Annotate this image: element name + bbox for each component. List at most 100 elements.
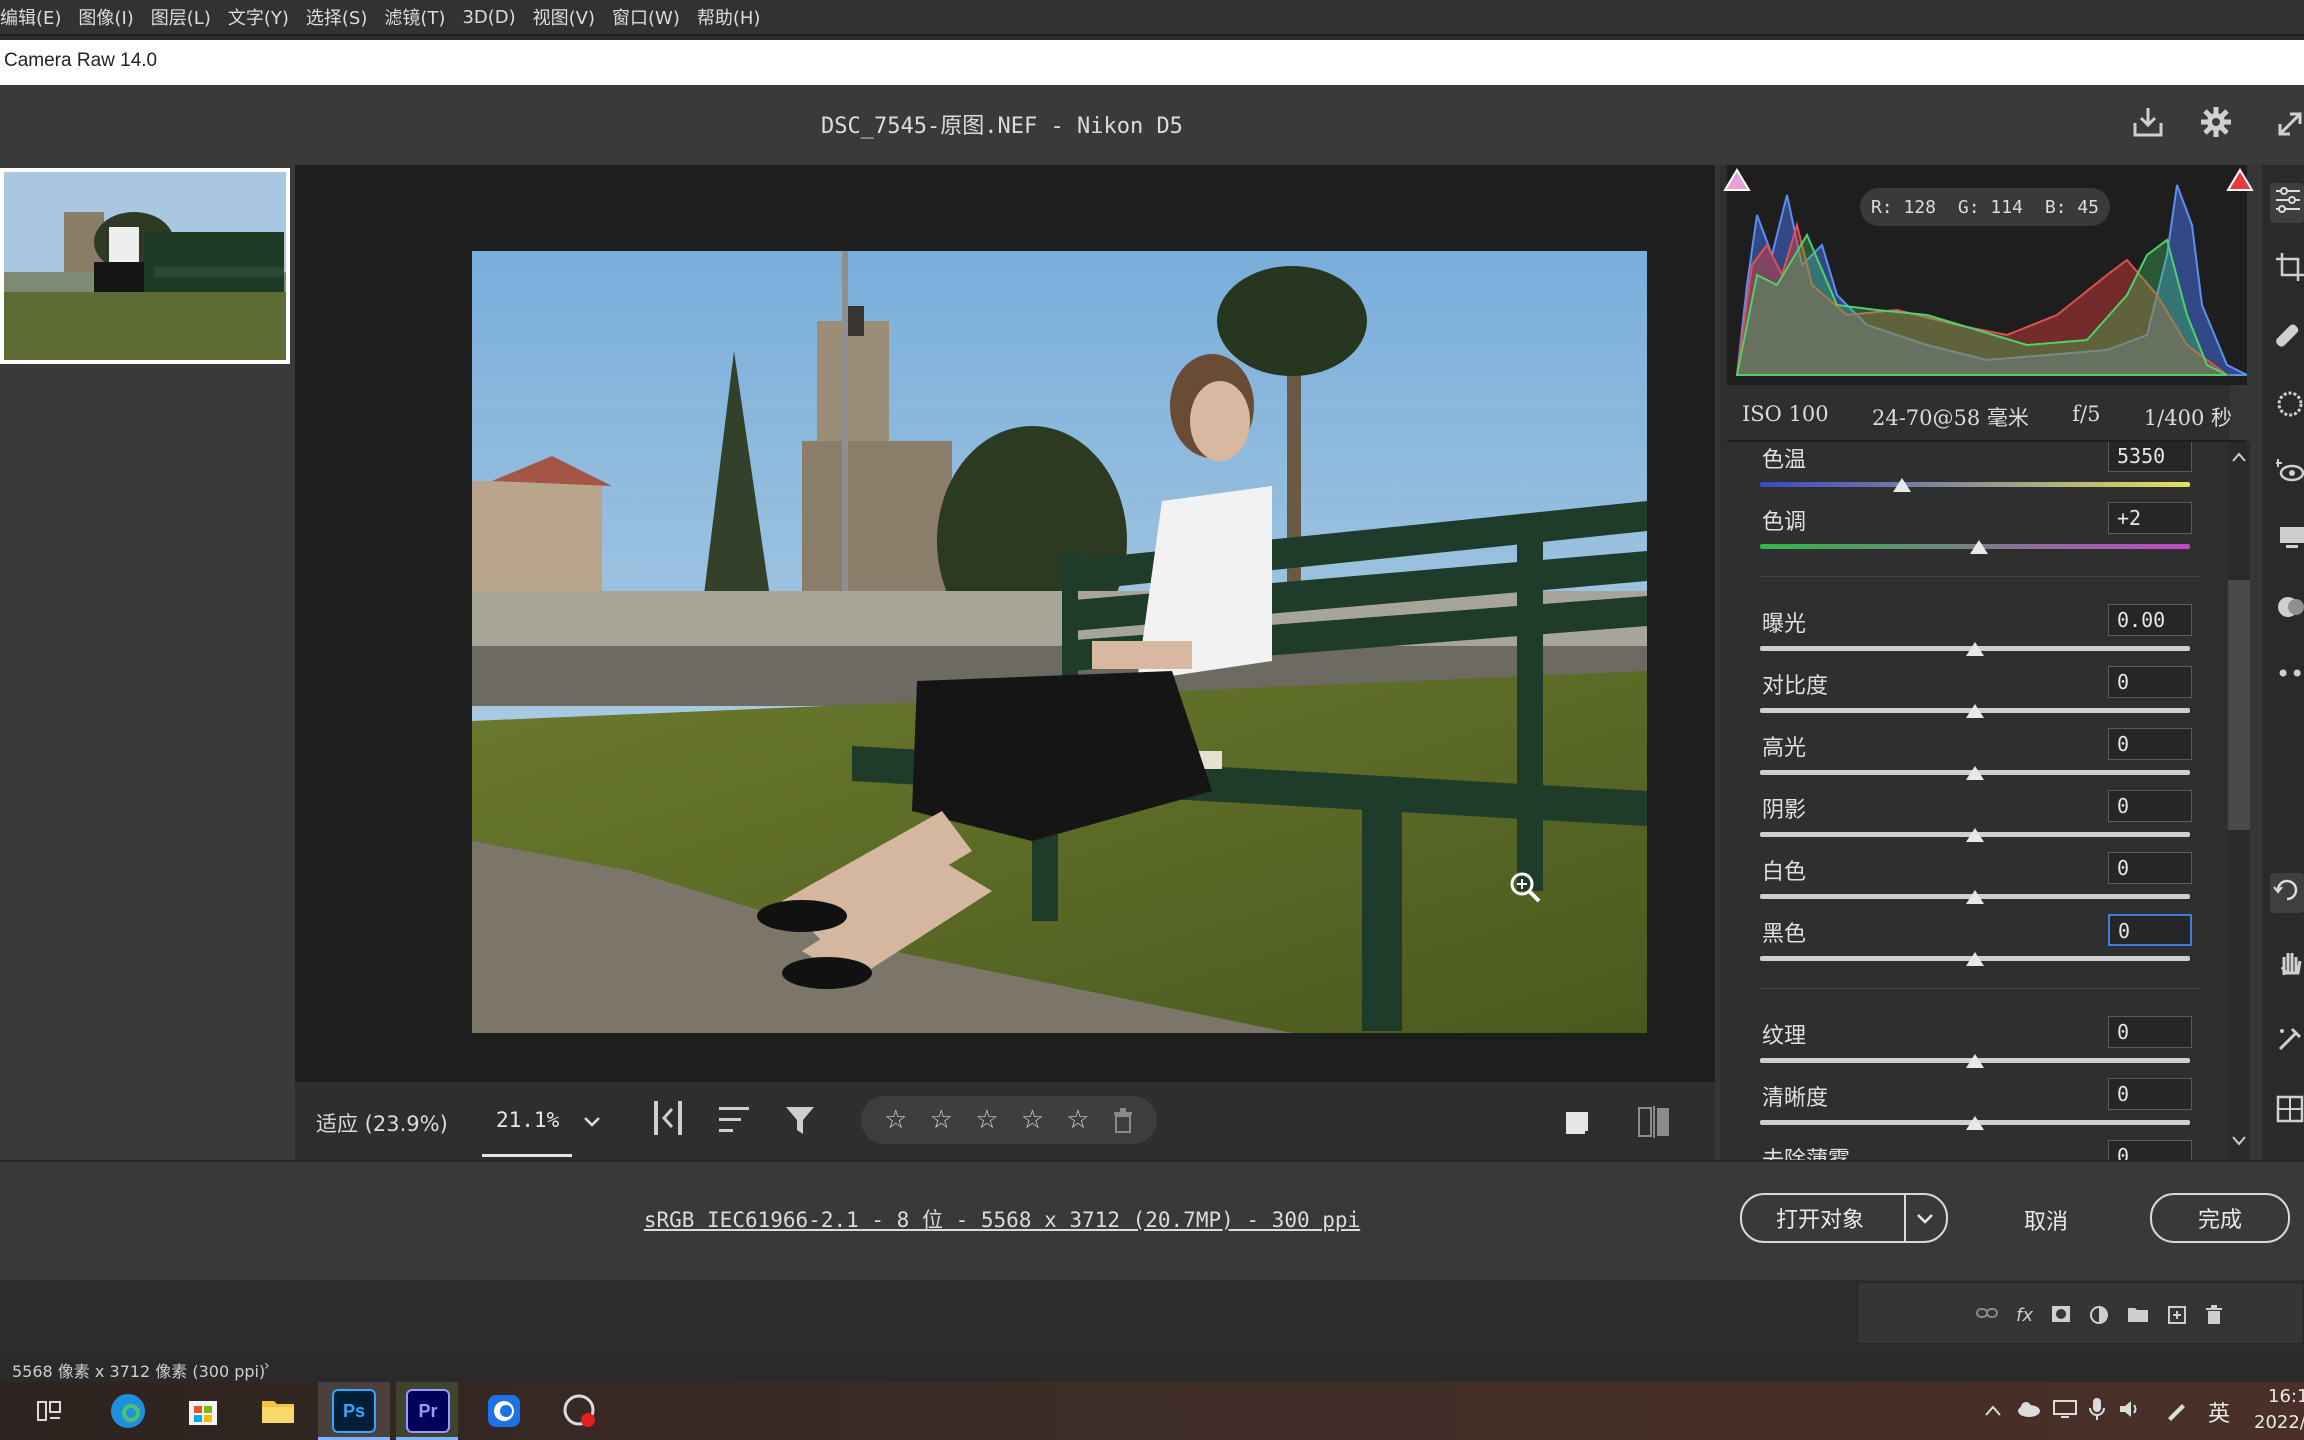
save-icon[interactable] (2128, 102, 2168, 142)
snapshot-icon[interactable] (2276, 525, 2304, 553)
new-layer-icon[interactable] (2167, 1305, 2187, 1325)
volume-icon[interactable] (2118, 1398, 2142, 1424)
slider-thumb[interactable] (1966, 704, 1984, 718)
slider-thumb[interactable] (1966, 1054, 1984, 1068)
menu-item[interactable]: 图像(I) (78, 4, 133, 30)
slider-value-input[interactable]: 0 (2108, 914, 2192, 946)
scroll-up-icon[interactable] (2231, 448, 2247, 467)
scroll-thumb[interactable] (2228, 580, 2250, 830)
preview-photo[interactable] (472, 251, 1647, 1033)
open-dropdown-chevron-icon[interactable] (1916, 1207, 1934, 1232)
highlight-clipping-warning-icon[interactable] (2226, 168, 2254, 192)
task-view-icon[interactable] (34, 1396, 64, 1430)
pen-icon[interactable] (2164, 1398, 2188, 1426)
menu-item[interactable]: 帮助(H) (697, 4, 761, 30)
premiere-app-icon[interactable]: Pr (406, 1389, 450, 1433)
open-object-button[interactable]: 打开对象 (1740, 1193, 1948, 1243)
photoshop-app-icon[interactable]: Ps (332, 1389, 376, 1433)
menu-item[interactable]: 文字(Y) (228, 4, 289, 30)
workflow-options-link[interactable]: sRGB IEC61966-2.1 - 8 位 - 5568 x 3712 (2… (0, 1204, 2004, 1234)
slider-thumb[interactable] (1966, 642, 1984, 656)
star-icon[interactable]: ☆ (884, 1105, 907, 1135)
sort-icon[interactable] (716, 1102, 752, 1138)
menu-item[interactable]: 选择(S) (306, 4, 367, 30)
star-icon[interactable]: ☆ (930, 1105, 953, 1135)
chevron-down-icon[interactable] (580, 1110, 604, 1134)
adjustment-layer-icon[interactable] (2089, 1305, 2109, 1325)
group-folder-icon[interactable] (2127, 1305, 2149, 1323)
browser-app-icon[interactable] (482, 1389, 526, 1433)
slider-value-input[interactable]: 0 (2108, 666, 2192, 698)
star-icon[interactable]: ☆ (975, 1105, 998, 1135)
cancel-button[interactable]: 取消 (2024, 1204, 2068, 1236)
slider-value-input[interactable]: 0 (2108, 1016, 2192, 1048)
fx-icon[interactable]: fx (2016, 1305, 2033, 1326)
slider-value-input[interactable]: 5350 (2108, 442, 2192, 472)
healing-icon[interactable] (2276, 323, 2304, 355)
edge-browser-icon[interactable] (106, 1389, 150, 1433)
view-single-icon[interactable] (1560, 1106, 1596, 1142)
filmstrip-toggle-icon[interactable] (650, 1098, 686, 1138)
crop-icon[interactable] (2276, 253, 2304, 285)
settings-gear-icon[interactable] (2196, 102, 2236, 142)
readout-g: G: 114 (1957, 196, 2023, 218)
hand-icon[interactable] (2276, 947, 2304, 981)
slider-thumb[interactable] (1966, 766, 1984, 780)
slider-track[interactable] (1760, 482, 2190, 487)
trash-icon[interactable] (1112, 1107, 1134, 1133)
status-arrow-icon[interactable]: › (264, 1358, 270, 1374)
link-icon[interactable] (1976, 1305, 1998, 1321)
onedrive-icon[interactable] (2016, 1400, 2042, 1422)
menu-item[interactable]: 滤镜(T) (384, 4, 445, 30)
menu-item[interactable]: 图层(L) (151, 4, 211, 30)
file-explorer-icon[interactable] (256, 1389, 300, 1433)
microsoft-store-icon[interactable] (181, 1389, 225, 1433)
slider-thumb[interactable] (1892, 478, 1911, 492)
mask-icon[interactable] (2276, 390, 2304, 422)
slider-value-input[interactable]: 0 (2108, 728, 2192, 760)
slider-value-input[interactable]: 0 (2108, 790, 2192, 822)
clock-time[interactable]: 16:1 (2268, 1386, 2304, 1407)
slider-value-input[interactable]: +2 (2108, 502, 2192, 534)
slider-thumb[interactable] (1970, 540, 1989, 554)
clock-date[interactable]: 2022/ (2254, 1412, 2304, 1433)
scroll-down-icon[interactable] (2231, 1132, 2247, 1151)
done-button[interactable]: 完成 (2150, 1193, 2290, 1243)
grid-icon[interactable] (2276, 1095, 2304, 1127)
delete-layer-icon[interactable] (2205, 1305, 2223, 1325)
color-sampler-icon[interactable] (2276, 1025, 2304, 1057)
slider-thumb[interactable] (1966, 952, 1984, 966)
rotate-icon[interactable] (2270, 873, 2304, 913)
panel-scrollbar[interactable] (2228, 442, 2250, 1160)
network-icon[interactable] (2052, 1398, 2078, 1424)
screen-recorder-icon[interactable] (558, 1389, 602, 1433)
shadow-clipping-warning-icon[interactable] (1723, 168, 1751, 192)
presets-icon[interactable] (2276, 593, 2304, 625)
ime-indicator[interactable]: 英 (2208, 1396, 2230, 1428)
slider-value-input[interactable]: 0 (2108, 1140, 2192, 1160)
star-icon[interactable]: ☆ (1066, 1105, 1089, 1135)
microphone-icon[interactable] (2088, 1396, 2106, 1426)
slider-value-input[interactable]: 0.00 (2108, 604, 2192, 636)
fit-zoom-label[interactable]: 适应 (23.9%) (316, 1108, 448, 1138)
compare-view-icon[interactable] (1636, 1102, 1672, 1142)
menu-item[interactable]: 视图(V) (533, 4, 595, 30)
slider-value-input[interactable]: 0 (2108, 852, 2192, 884)
more-icon[interactable]: ••• (2276, 660, 2304, 688)
slider-thumb[interactable] (1966, 828, 1984, 842)
slider-thumb[interactable] (1966, 1116, 1984, 1130)
menu-item[interactable]: 3D(D) (462, 7, 515, 28)
slider-value-input[interactable]: 0 (2108, 1078, 2192, 1110)
filter-icon[interactable] (782, 1102, 818, 1138)
layer-mask-icon[interactable] (2051, 1305, 2071, 1323)
menu-item[interactable]: 编辑(E) (0, 4, 61, 30)
tray-overflow-icon[interactable] (1984, 1402, 2002, 1421)
zoom-value[interactable]: 21.1% (496, 1108, 559, 1132)
star-icon[interactable]: ☆ (1021, 1105, 1044, 1135)
red-eye-icon[interactable] (2274, 457, 2304, 489)
menu-item[interactable]: 窗口(W) (612, 4, 680, 30)
slider-thumb[interactable] (1966, 890, 1984, 904)
filmstrip-thumbnail[interactable] (0, 168, 290, 364)
fullscreen-icon[interactable] (2276, 108, 2304, 140)
edit-sliders-icon[interactable] (2270, 183, 2304, 223)
